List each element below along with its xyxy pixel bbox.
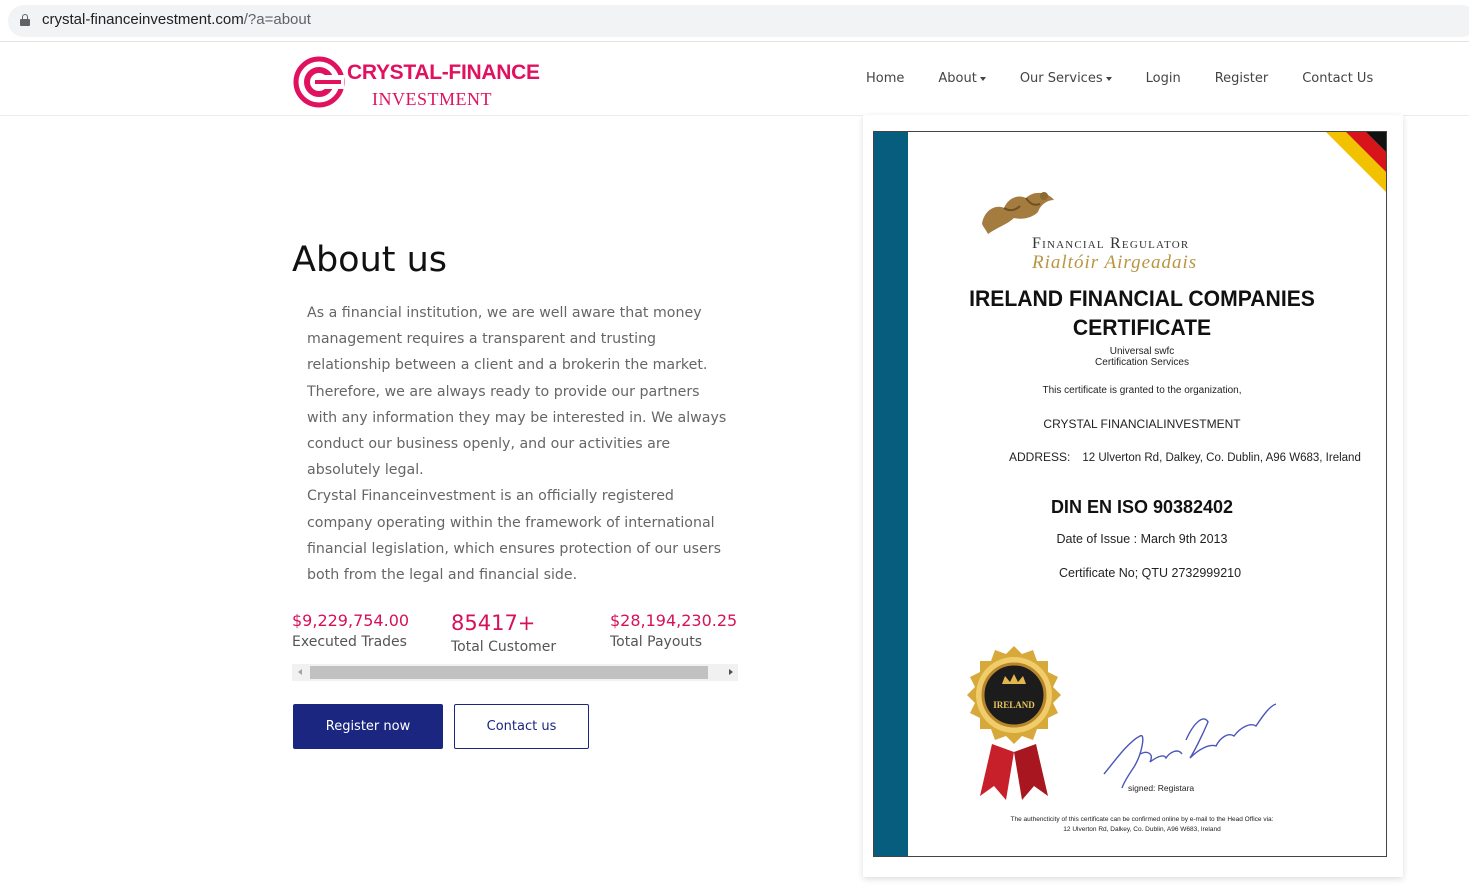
url-text[interactable]: crystal-financeinvestment.com/?a=about [42, 11, 311, 28]
stat-value: $28,194,230.25 [610, 611, 738, 630]
caret-down-icon [979, 76, 986, 81]
stat-label: Total Customer [451, 639, 557, 655]
stat-value: 85417+ [451, 611, 536, 635]
stat-total-customer: 85417+ Total Customer [451, 611, 556, 655]
nav-our-services[interactable]: Our Services [1020, 71, 1112, 86]
browser-address-bar: crystal-financeinvestment.com/?a=about [0, 0, 1469, 42]
certificate-issuer: Universal swfc Certification Services [1095, 346, 1189, 368]
scroll-right-icon[interactable] [729, 669, 733, 675]
scrollbar-thumb[interactable] [310, 666, 708, 679]
regulator-name: Financial Regulator [1032, 235, 1190, 252]
stat-label: Executed Trades [292, 634, 407, 650]
certificate-date: Date of Issue : March 9th 2013 [1056, 532, 1228, 546]
site-header: CRYSTAL-FINANCE INVESTMENT Home About Ou… [0, 43, 1469, 116]
stat-label: Total Payouts [610, 634, 703, 650]
site-logo[interactable]: CRYSTAL-FINANCE INVESTMENT [292, 55, 542, 111]
logo-subtitle: INVESTMENT [372, 89, 492, 109]
register-now-button[interactable]: Register now [293, 704, 443, 749]
nav-login[interactable]: Login [1146, 71, 1181, 86]
nav-about[interactable]: About [938, 71, 986, 86]
caret-down-icon [1105, 76, 1112, 81]
flag-corner-icon [1326, 132, 1386, 192]
contact-us-button[interactable]: Contact us [454, 704, 589, 749]
main-nav: Home About Our Services Login Register C… [866, 71, 1373, 86]
certificate-address: ADDRESS: 12 Ulverton Rd, Dalkey, Co. Dubl… [1009, 450, 1361, 464]
nav-home[interactable]: Home [866, 71, 904, 86]
regulator-crest-icon [982, 192, 1054, 234]
certificate-granted-text: This certificate is granted to the organ… [1042, 385, 1242, 396]
logo-title: CRYSTAL-FINANCE [347, 61, 540, 84]
about-paragraph-2: Crystal Financeinvestment is an official… [307, 488, 721, 584]
about-text: As a financial institution, we are well … [307, 300, 727, 588]
nav-contact-us[interactable]: Contact Us [1302, 71, 1373, 86]
regulator-name-irish: Rialtóir Airgeadais [1032, 252, 1198, 273]
certificate-title: IRELAND FINANCIAL COMPANIES CERTIFICATE [969, 286, 1315, 340]
lock-icon[interactable] [20, 14, 30, 26]
horizontal-scrollbar[interactable] [292, 664, 738, 681]
about-title: About us [292, 240, 448, 280]
stat-total-payouts: $28,194,230.25 Total Payouts [610, 611, 737, 650]
certificate-footer: The authencticity of this certificate ca… [1010, 816, 1274, 833]
certificate-iso: DIN EN ISO 90382402 [1050, 497, 1234, 517]
certificate-organization: CRYSTAL FINANCIALINVESTMENT [1043, 417, 1241, 431]
scroll-left-icon[interactable] [298, 669, 302, 675]
nav-register[interactable]: Register [1215, 71, 1269, 86]
seal-text: IRELAND [993, 700, 1035, 710]
about-paragraph-1: As a financial institution, we are well … [307, 305, 727, 479]
gold-seal-icon: IRELAND [967, 646, 1061, 800]
stat-executed-trades: $9,229,754.00 Executed Trades [292, 611, 409, 650]
certificate-side-band [874, 132, 908, 856]
signed-label: signed: Registara [1128, 783, 1195, 793]
certificate-image: Financial Regulator Rialtóir Airgeadais … [873, 131, 1387, 857]
certificate-number: Certificate No; QTU 2732999210 [1059, 566, 1242, 580]
logo-mark-icon [293, 56, 345, 108]
stat-value: $9,229,754.00 [292, 611, 410, 630]
